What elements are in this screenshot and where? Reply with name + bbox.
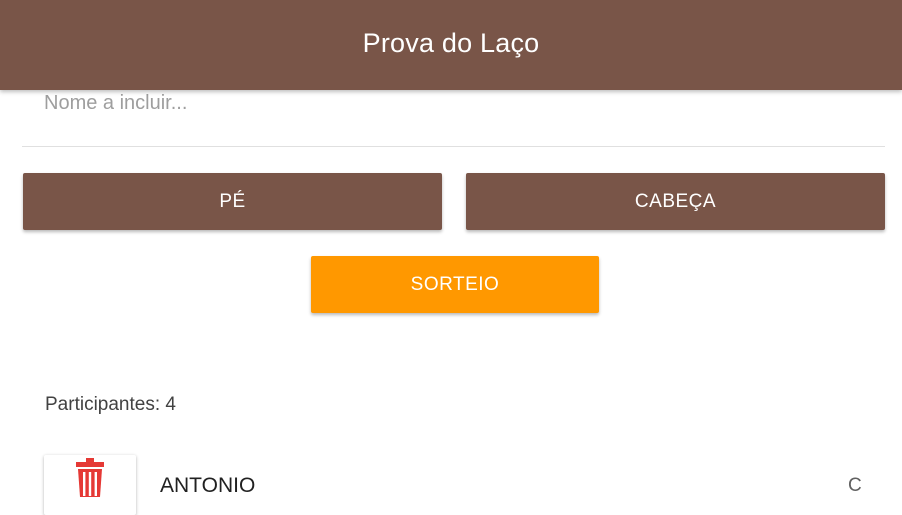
app-bar: Prova do Laço [0,0,902,90]
name-input[interactable] [44,88,884,118]
cabeca-button-label: CABEÇA [634,190,717,212]
cabeca-button[interactable]: CABEÇA [466,173,885,230]
pe-button[interactable]: PÉ [23,173,442,230]
participant-name: ANTONIO [160,474,256,497]
trash-icon [75,457,105,502]
sorteio-button-label: SORTEIO [410,273,500,295]
app-title: Prova do Laço [362,28,540,58]
input-underline [22,146,885,147]
list-item: ANTONIO C [0,440,902,515]
participant-role: C [848,475,862,496]
sorteio-button[interactable]: SORTEIO [311,256,599,313]
delete-button[interactable] [44,455,136,515]
participants-count: Participantes: 4 [45,394,176,415]
pe-button-label: PÉ [219,190,246,212]
